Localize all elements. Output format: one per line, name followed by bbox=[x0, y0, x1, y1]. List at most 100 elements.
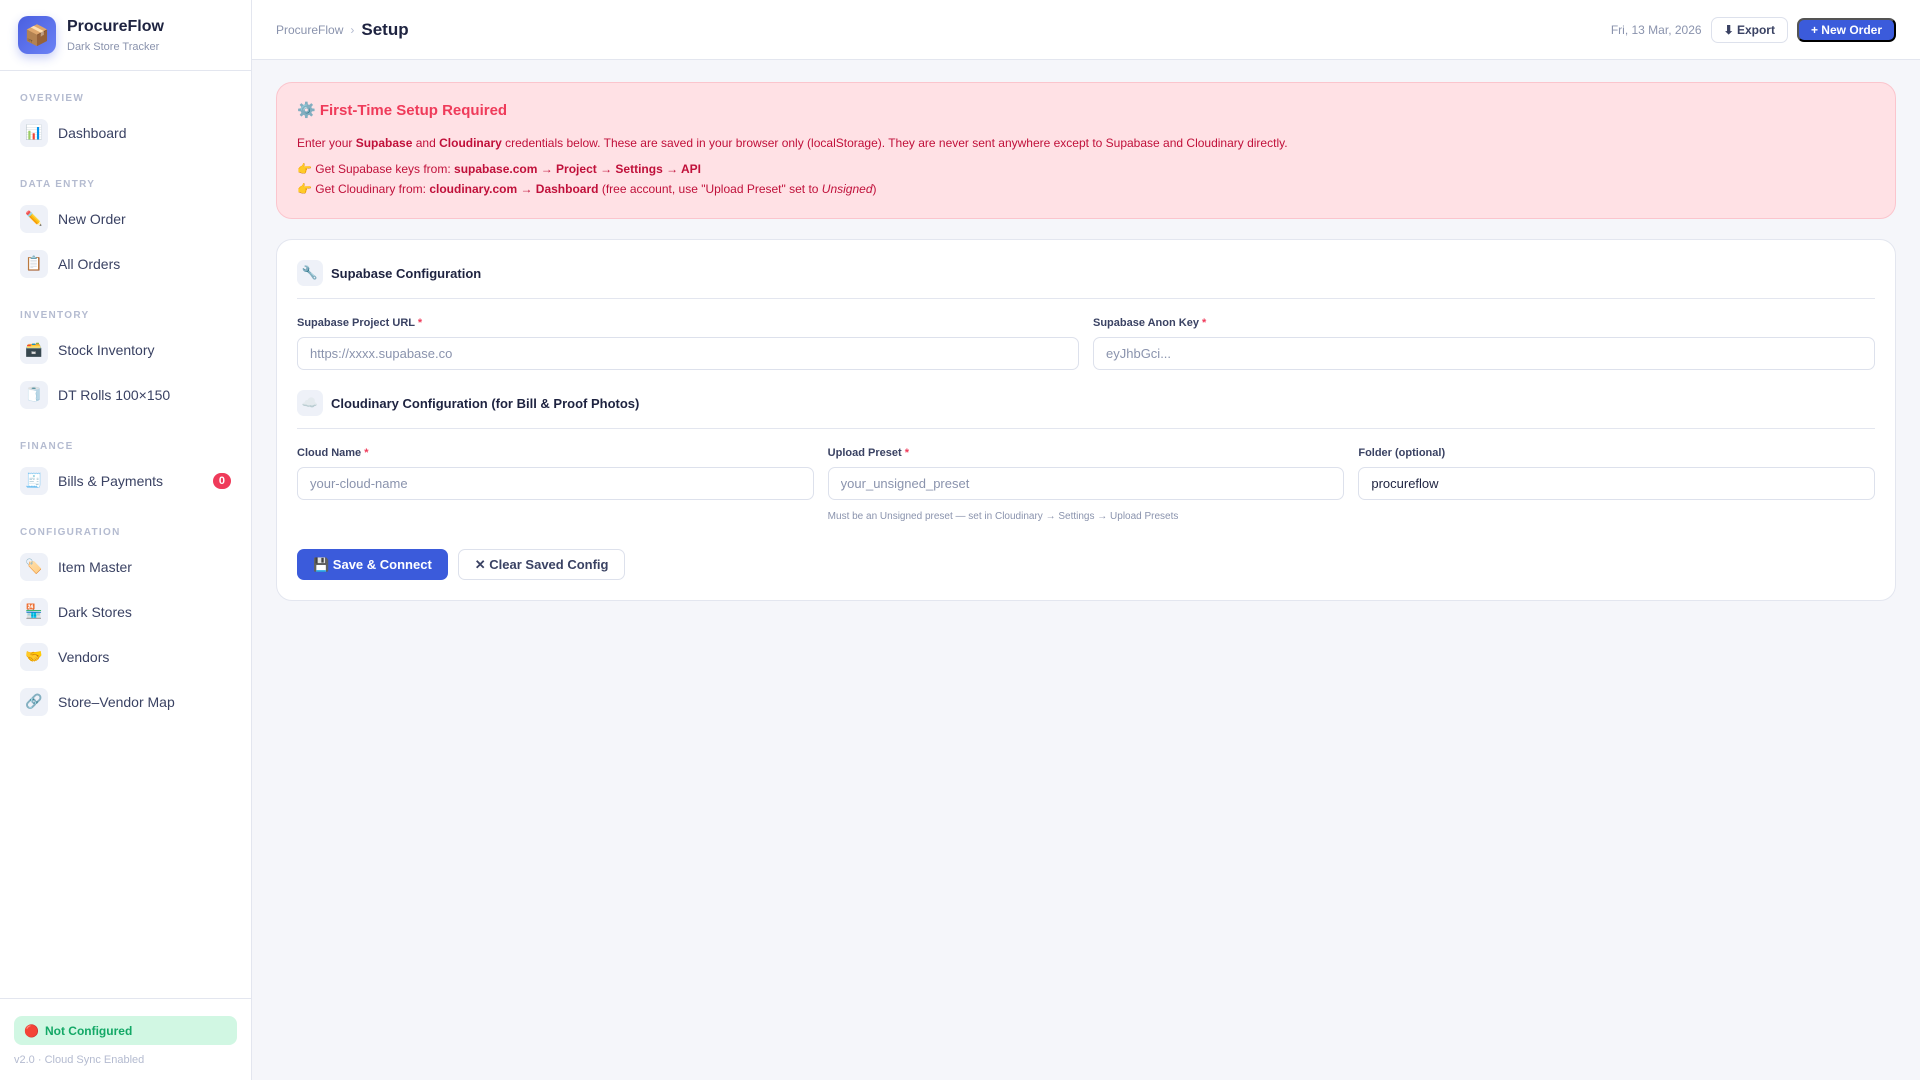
alert-intro: Enter your Supabase and Cloudinary crede… bbox=[297, 133, 1875, 153]
brand-subtitle: Dark Store Tracker bbox=[67, 40, 160, 53]
upload-preset-hint: Must be an Unsigned preset — set in Clou… bbox=[827, 511, 1179, 522]
count-badge: 0 bbox=[212, 472, 231, 489]
text: Enter your bbox=[297, 136, 356, 150]
store-vendor-map-icon: 🔗 bbox=[20, 687, 48, 716]
sidebar-item-label: Dashboard bbox=[58, 124, 127, 141]
version-text: v2.0 · Cloud Sync Enabled bbox=[14, 1054, 145, 1066]
top-header: ProcureFlow › Setup Fri, 13 Mar, 2026 ⬇ … bbox=[252, 0, 1920, 60]
brand: 📦 ProcureFlow Dark Store Tracker bbox=[0, 0, 251, 71]
sidebar-footer: 🔴 Not Configured v2.0 · Cloud Sync Enabl… bbox=[0, 998, 251, 1080]
save-connect-button[interactable]: 💾 Save & Connect bbox=[297, 549, 448, 580]
bills-payments-icon: 🧾 bbox=[20, 466, 48, 495]
new-order-icon: ✏️ bbox=[20, 204, 48, 233]
field-label: Supabase Anon Key * bbox=[1093, 317, 1875, 329]
nav-section-label: FINANCE bbox=[20, 441, 74, 452]
text: Supabase bbox=[355, 136, 413, 150]
label-text: Supabase Project URL bbox=[297, 317, 415, 329]
sidebar-item-label: Bills & Payments bbox=[58, 472, 164, 489]
sidebar-nav: OVERVIEW 📊 Dashboard DATA ENTRY ✏️ New Order 📋… bbox=[0, 93, 251, 724]
text: supabase.com → Project → Settings → API bbox=[454, 162, 701, 176]
sidebar-item-label: Dark Stores bbox=[58, 603, 132, 620]
sidebar-item-label: Item Master bbox=[58, 558, 132, 575]
stock-inventory-icon: 🗃️ bbox=[20, 335, 48, 364]
brand-name: ProcureFlow bbox=[67, 17, 164, 35]
text: Cloudinary bbox=[439, 136, 502, 150]
vendors-icon: 🤝 bbox=[20, 642, 48, 671]
item-master-icon: 🏷️ bbox=[20, 552, 48, 581]
field-label: Supabase Project URL * bbox=[297, 317, 1079, 329]
folder-input[interactable] bbox=[1358, 467, 1876, 500]
required-mark: * bbox=[364, 447, 369, 459]
sidebar-item-all-orders[interactable]: 📋 All Orders bbox=[0, 241, 251, 286]
dashboard-icon: 📊 bbox=[20, 118, 48, 147]
sidebar-item-label: DT Rolls 100×150 bbox=[58, 386, 171, 403]
breadcrumb-separator: › bbox=[350, 22, 355, 37]
sidebar-item-store-vendor-map[interactable]: 🔗 Store–Vendor Map bbox=[0, 679, 251, 724]
wrench-icon: 🔧 bbox=[297, 260, 323, 286]
sidebar-item-new-order[interactable]: ✏️ New Order bbox=[0, 196, 251, 241]
text: and bbox=[412, 136, 440, 150]
sidebar-item-dt-rolls-100-150[interactable]: 🧻 DT Rolls 100×150 bbox=[0, 372, 251, 417]
label-text: Cloud Name bbox=[297, 447, 362, 459]
supabase-anon-key-input[interactable] bbox=[1093, 337, 1875, 370]
nav-section-label: INVENTORY bbox=[20, 310, 90, 321]
text: 👉 Get Supabase keys from: bbox=[297, 162, 455, 176]
field-label: Upload Preset * bbox=[828, 447, 1345, 459]
current-date: Fri, 13 Mar, 2026 bbox=[1610, 22, 1702, 37]
divider bbox=[297, 298, 1875, 299]
clear-config-button[interactable]: ✕ Clear Saved Config bbox=[457, 549, 626, 580]
sidebar-item-bills-payments[interactable]: 🧾 Bills & Payments 0 bbox=[0, 458, 251, 503]
config-status-badge: 🔴 Not Configured bbox=[14, 1016, 237, 1045]
breadcrumb-home[interactable]: ProcureFlow bbox=[276, 23, 343, 37]
supabase-url-input[interactable] bbox=[297, 337, 1079, 370]
supabase-section-header: 🔧 Supabase Configuration bbox=[297, 260, 1875, 286]
sidebar-item-vendors[interactable]: 🤝 Vendors bbox=[0, 634, 251, 679]
section-title: Supabase Configuration bbox=[331, 265, 482, 281]
text: cloudinary.com → Dashboard bbox=[429, 182, 599, 196]
sidebar-item-label: Vendors bbox=[58, 648, 110, 665]
nav-section-label: CONFIGURATION bbox=[20, 527, 121, 538]
red-circle-icon: 🔴 bbox=[24, 1023, 39, 1038]
supabase-instructions: 👉 Get Supabase keys from: supabase.com →… bbox=[297, 159, 1875, 179]
required-mark: * bbox=[1202, 317, 1207, 329]
cloud-name-input[interactable] bbox=[297, 467, 814, 500]
sidebar-item-dashboard[interactable]: 📊 Dashboard bbox=[0, 110, 251, 155]
sidebar-item-item-master[interactable]: 🏷️ Item Master bbox=[0, 544, 251, 589]
status-label: Not Configured bbox=[44, 1023, 133, 1038]
text: credentials below. These are saved in yo… bbox=[501, 136, 1288, 150]
sidebar-item-dark-stores[interactable]: 🏪 Dark Stores bbox=[0, 589, 251, 634]
cloud-icon: ☁️ bbox=[297, 390, 323, 416]
nav-section-label: DATA ENTRY bbox=[20, 179, 96, 190]
cloudinary-section-header: ☁️ Cloudinary Configuration (for Bill & … bbox=[297, 390, 1875, 416]
dark-stores-icon: 🏪 bbox=[20, 597, 48, 626]
nav-section-label: OVERVIEW bbox=[20, 93, 85, 104]
divider bbox=[297, 428, 1875, 429]
sidebar-item-label: All Orders bbox=[58, 255, 121, 272]
sidebar-item-label: Store–Vendor Map bbox=[58, 693, 175, 710]
dt-rolls-100-150-icon: 🧻 bbox=[20, 380, 48, 409]
upload-preset-input[interactable] bbox=[827, 467, 1345, 500]
text: Unsigned bbox=[821, 182, 873, 196]
config-card: 🔧 Supabase Configuration Supabase Projec… bbox=[276, 239, 1896, 601]
text: (free account, use "Upload Preset" set t… bbox=[598, 182, 822, 196]
field-label: Folder (optional) bbox=[1358, 447, 1446, 459]
label-text: Supabase Anon Key bbox=[1093, 317, 1199, 329]
package-logo-icon: 📦 bbox=[18, 16, 56, 54]
setup-required-alert: ⚙️ First-Time Setup Required Enter your … bbox=[276, 82, 1896, 219]
label-text: Upload Preset bbox=[827, 447, 902, 459]
sidebar-item-label: New Order bbox=[58, 210, 126, 227]
all-orders-icon: 📋 bbox=[20, 249, 48, 278]
text: 👉 Get Cloudinary from: bbox=[297, 182, 430, 196]
cloudinary-instructions: 👉 Get Cloudinary from: cloudinary.com → … bbox=[297, 179, 1875, 199]
sidebar: 📦 ProcureFlow Dark Store Tracker OVERVIE… bbox=[0, 0, 252, 1080]
export-button[interactable]: ⬇ Export bbox=[1710, 16, 1788, 43]
required-mark: * bbox=[417, 317, 423, 329]
new-order-button[interactable]: + New Order bbox=[1796, 17, 1896, 42]
sidebar-item-stock-inventory[interactable]: 🗃️ Stock Inventory bbox=[0, 327, 251, 372]
section-title: Cloudinary Configuration (for Bill & Pro… bbox=[331, 395, 640, 411]
alert-title: ⚙️ First-Time Setup Required bbox=[297, 102, 508, 119]
sidebar-item-label: Stock Inventory bbox=[58, 341, 155, 358]
page-title: Setup bbox=[361, 19, 409, 39]
required-mark: * bbox=[904, 447, 909, 459]
field-label: Cloud Name * bbox=[297, 447, 814, 459]
